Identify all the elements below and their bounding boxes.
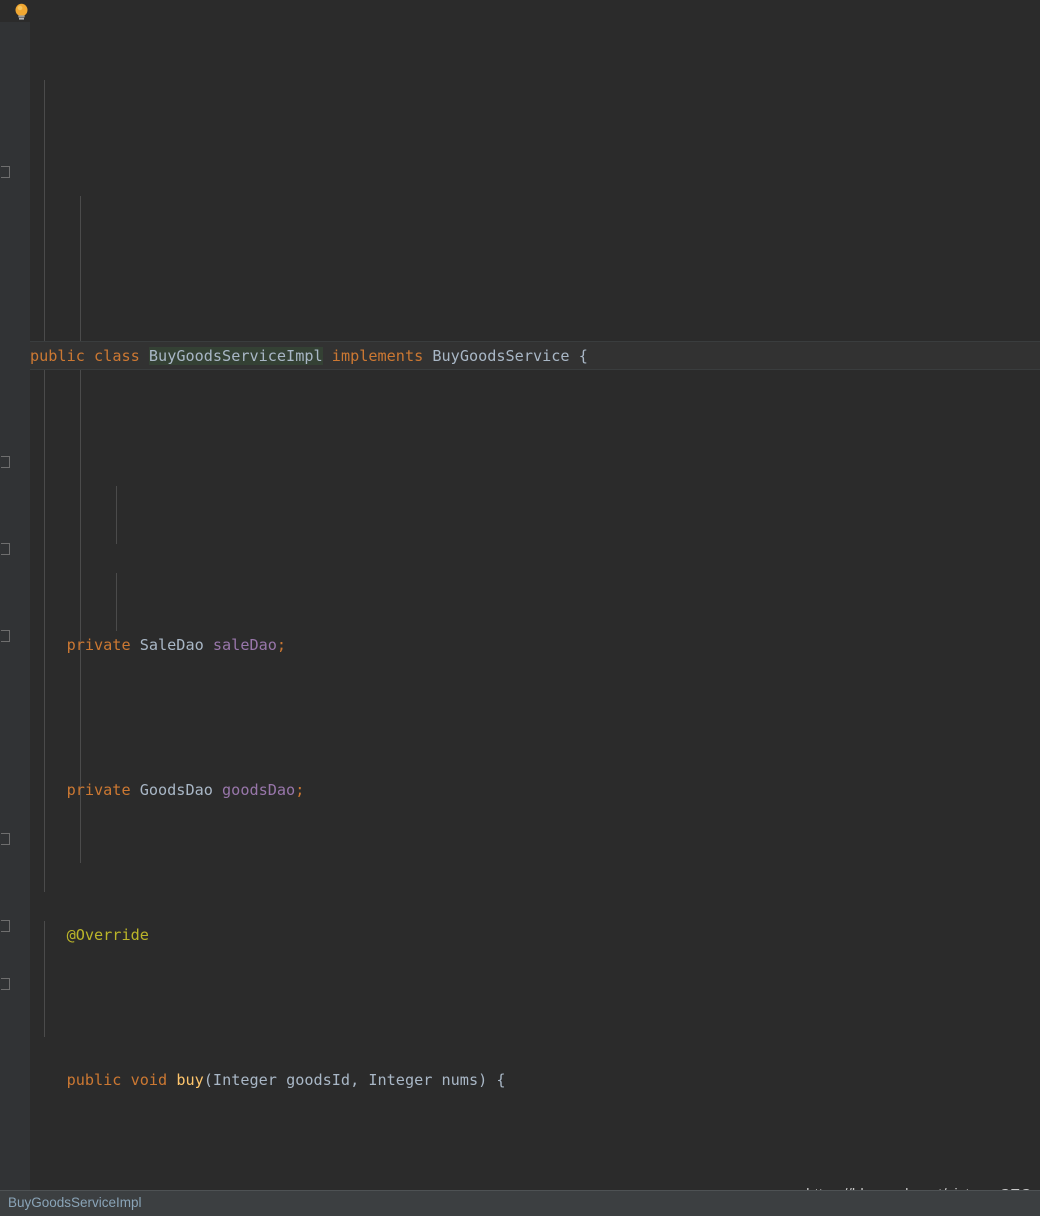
fold-marker[interactable] [1,543,10,555]
fold-marker[interactable] [1,456,10,468]
code-line-field-saledao[interactable]: private SaleDao saleDao; [30,631,1040,660]
fold-marker[interactable] [1,630,10,642]
fold-marker[interactable] [1,166,10,178]
class-name: BuyGoodsServiceImpl [148,347,323,365]
indent-guide [80,196,81,863]
intention-hint-strip [0,0,1040,22]
code-line-blank[interactable] [30,486,1040,515]
fold-marker[interactable] [1,833,10,845]
status-bar: BuyGoodsServiceImpl [0,1190,1040,1216]
keyword-public: public [30,347,85,365]
annotation-override: @Override [66,926,149,944]
method-name-buy: buy [176,1071,204,1089]
code-line-field-goodsdao[interactable]: private GoodsDao goodsDao; [30,776,1040,805]
indent-guide [116,573,117,631]
keyword-implements: implements [331,347,424,365]
editor-gutter[interactable] [0,22,30,1190]
code-line-class-declaration[interactable]: public class BuyGoodsServiceImpl impleme… [30,341,1040,370]
ide-editor-window: public class BuyGoodsServiceImpl impleme… [0,0,1040,1216]
status-bar-breadcrumb[interactable]: BuyGoodsServiceImpl [8,1195,142,1210]
fold-marker[interactable] [1,920,10,932]
keyword-class: class [94,347,140,365]
code-line-annotation-override[interactable]: @Override [30,921,1040,950]
interface-name: BuyGoodsService [432,347,570,365]
code-line-method-buy-signature[interactable]: public void buy(Integer goodsId, Integer… [30,1066,1040,1095]
code-editor[interactable]: public class BuyGoodsServiceImpl impleme… [30,22,1040,1190]
fold-marker[interactable] [1,978,10,990]
lightbulb-icon[interactable] [13,3,30,21]
